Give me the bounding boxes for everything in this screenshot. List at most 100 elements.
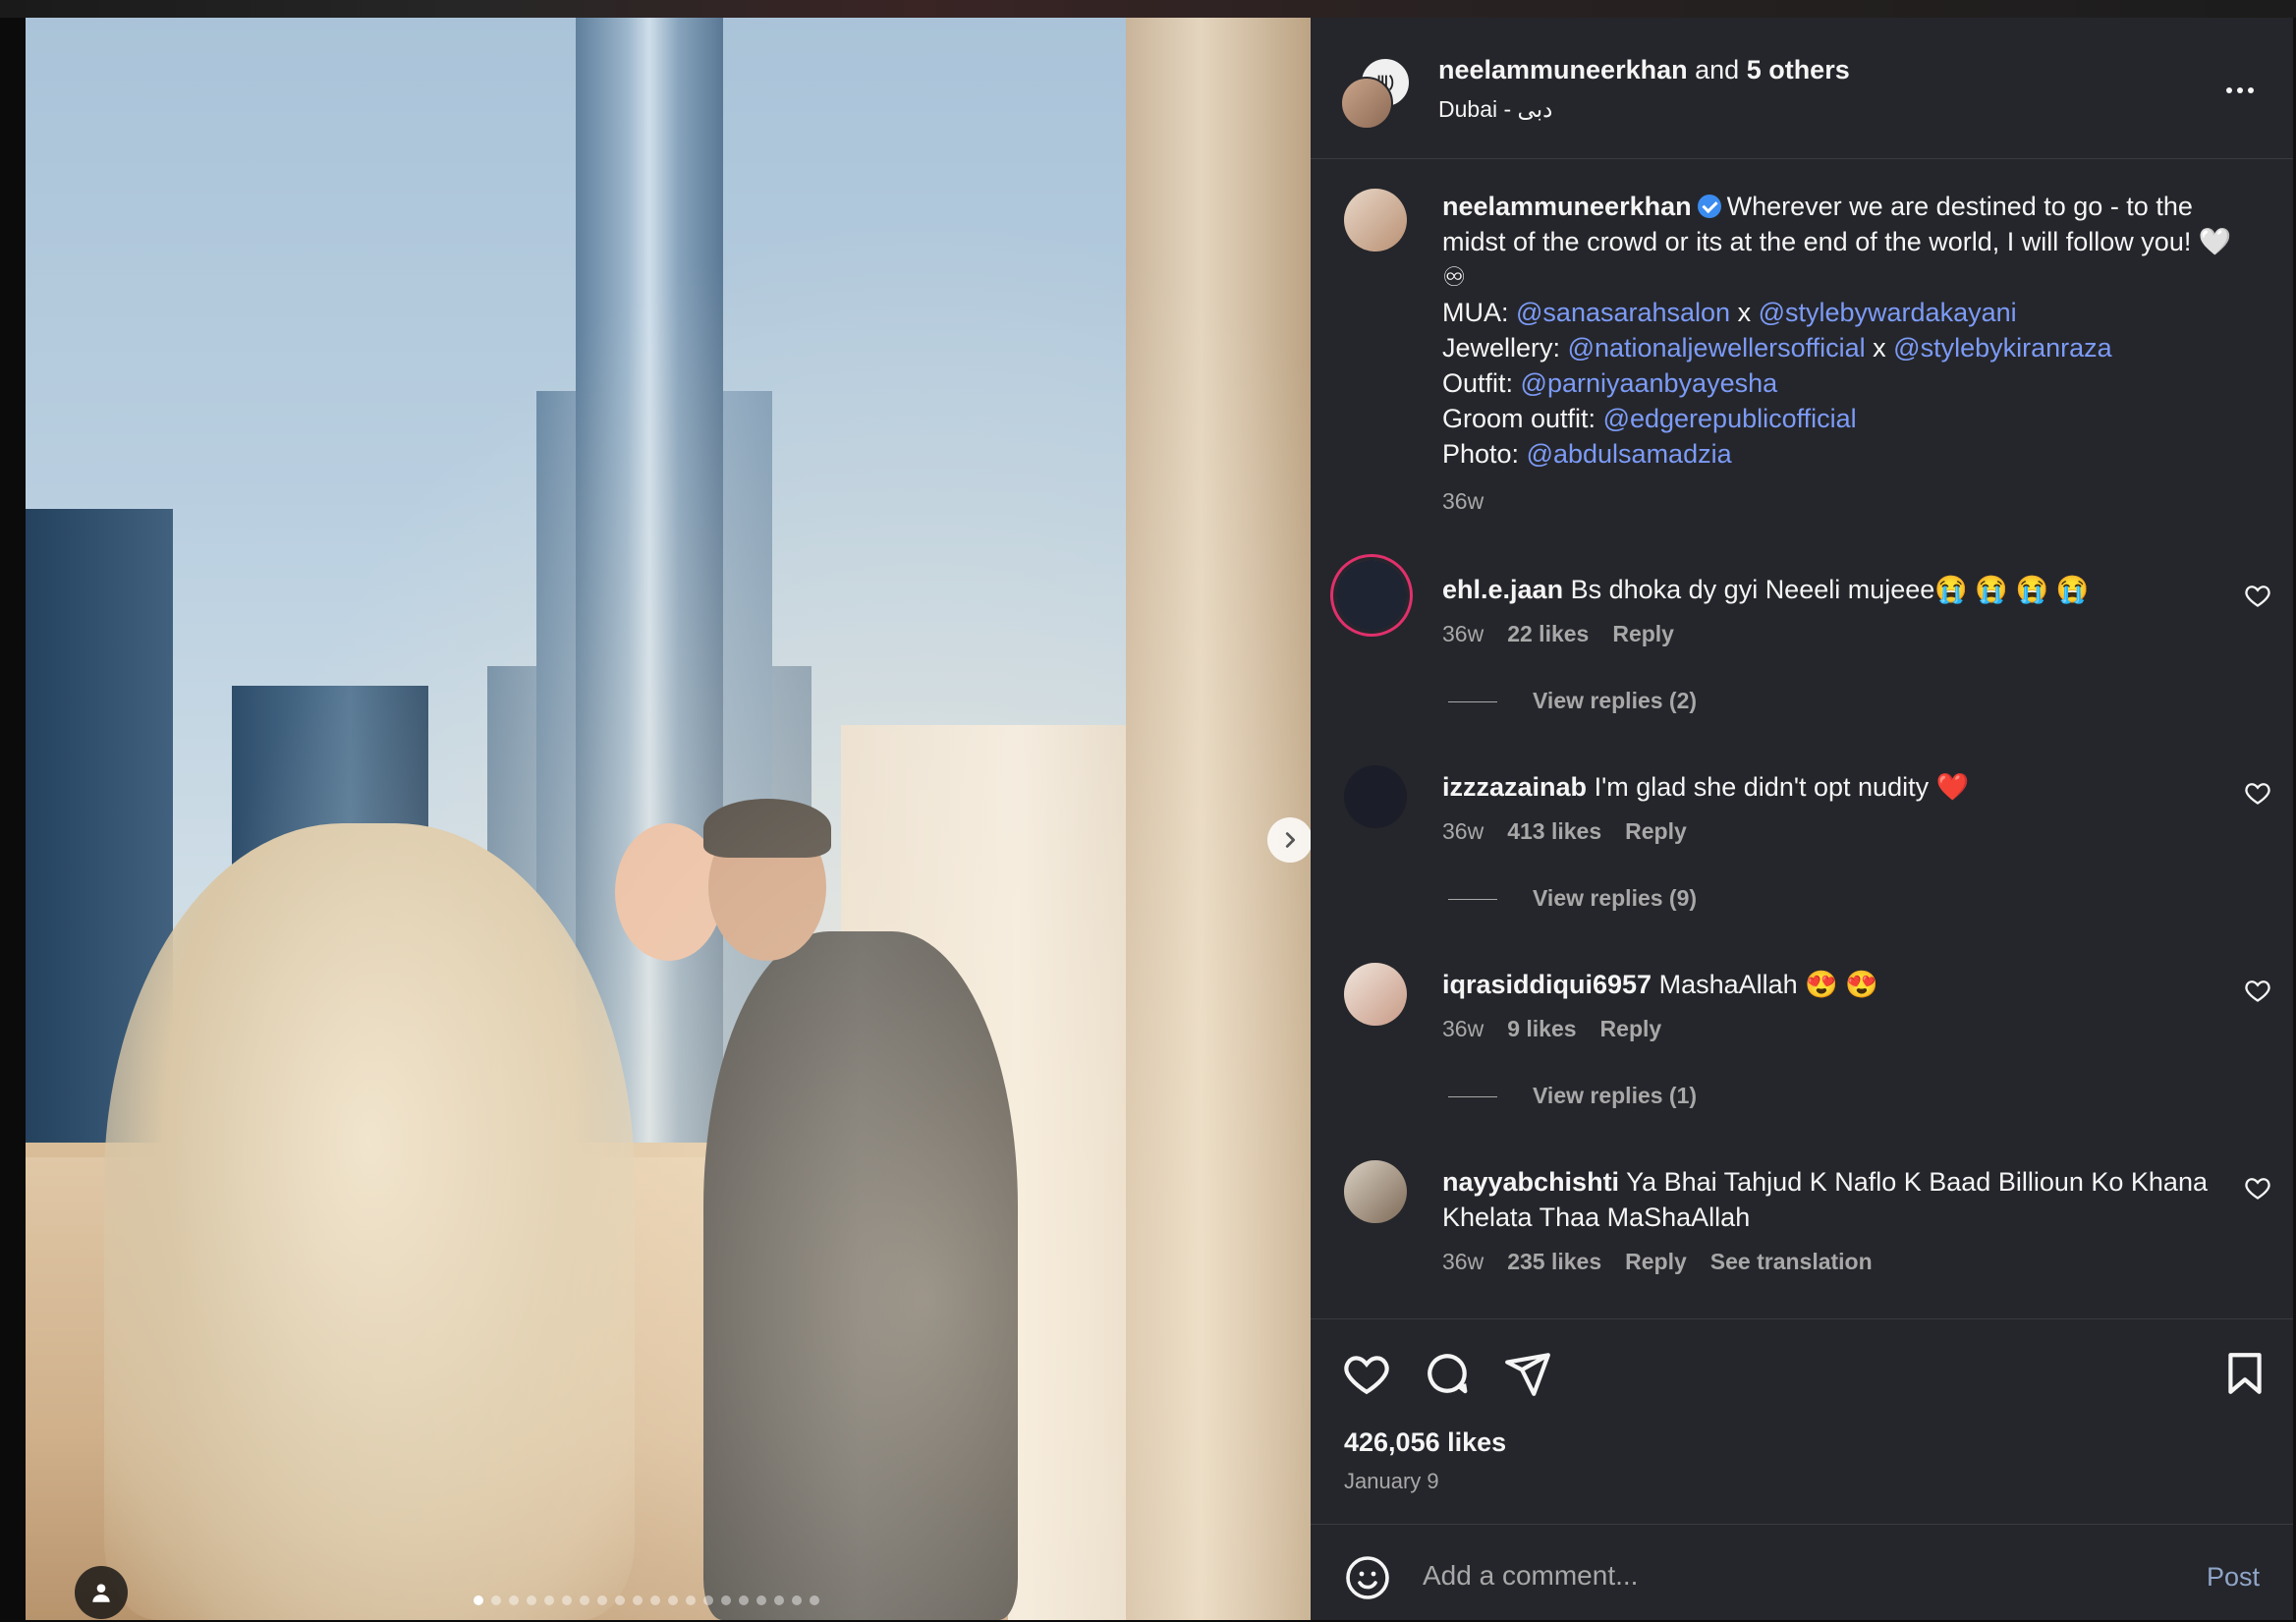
comment-likes[interactable]: 9 likes — [1507, 1016, 1576, 1041]
comment-time[interactable]: 36w — [1442, 1016, 1484, 1041]
carousel-dot — [739, 1595, 749, 1605]
caption-label: Jewellery: — [1442, 333, 1561, 363]
caption-label: Outfit: — [1442, 368, 1514, 398]
reply-button[interactable]: Reply — [1625, 818, 1687, 844]
comment-time[interactable]: 36w — [1442, 818, 1484, 844]
comment-text: nayyabchishti Ya Bhai Tahjud K Naflo K B… — [1442, 1164, 2218, 1235]
mention-link[interactable]: @edgerepublicofficial — [1603, 404, 1857, 433]
reply-button[interactable]: Reply — [1625, 1249, 1687, 1274]
view-replies-button[interactable]: View replies (9) — [1448, 885, 1697, 912]
see-translation-button[interactable]: See translation — [1710, 1249, 1873, 1274]
more-options-button[interactable] — [2216, 79, 2264, 102]
post-date[interactable]: January 9 — [1344, 1469, 1439, 1494]
comment-meta: 36w 235 likes Reply See translation — [1442, 1249, 1896, 1275]
heart-icon[interactable] — [1342, 1349, 1391, 1398]
mention-link[interactable]: @stylebykiranraza — [1893, 333, 2112, 363]
carousel-dot — [527, 1595, 536, 1605]
verified-badge-icon — [1697, 195, 1721, 218]
more-icon — [2237, 87, 2243, 93]
comment-body: Bs dhoka dy gyi Neeeli mujeee😭 😭 😭 😭 — [1570, 575, 2090, 604]
comment-text: iqrasiddiqui6957 MashaAllah 😍 😍 — [1442, 967, 2218, 1002]
carousel-dot — [509, 1595, 519, 1605]
carousel-dot — [562, 1595, 572, 1605]
comment-username[interactable]: ehl.e.jaan — [1442, 575, 1563, 604]
send-icon[interactable] — [1503, 1349, 1552, 1398]
comment-username[interactable]: nayyabchishti — [1442, 1167, 1619, 1197]
comment-likes[interactable]: 22 likes — [1507, 621, 1589, 646]
collab-avatars[interactable] — [1340, 57, 1419, 136]
more-icon — [2226, 87, 2232, 93]
avatar[interactable] — [1336, 560, 1407, 631]
comment-username[interactable]: iqrasiddiqui6957 — [1442, 970, 1652, 999]
heart-icon[interactable] — [2244, 779, 2271, 807]
carousel-dot — [774, 1595, 784, 1605]
carousel-dot — [668, 1595, 678, 1605]
comment-likes[interactable]: 413 likes — [1507, 818, 1601, 844]
post-media[interactable] — [26, 18, 1311, 1620]
comment-likes[interactable]: 235 likes — [1507, 1249, 1601, 1274]
carousel-dot — [474, 1595, 483, 1605]
author-username[interactable]: neelammuneerkhan — [1438, 55, 1688, 84]
comment-time[interactable]: 36w — [1442, 621, 1484, 646]
carousel-dot — [721, 1595, 731, 1605]
post-comment-button[interactable]: Post — [2207, 1562, 2260, 1593]
carousel-next-button[interactable] — [1267, 817, 1311, 863]
comment-composer: Post — [1311, 1524, 2293, 1622]
caption-separator: x — [1873, 333, 1886, 363]
mention-link[interactable]: @stylebywardakayani — [1759, 298, 2017, 327]
carousel-dot — [810, 1595, 819, 1605]
bookmark-icon[interactable] — [2220, 1349, 2269, 1398]
mention-link[interactable]: @parniyaanbyayesha — [1521, 368, 1778, 398]
caption-timestamp[interactable]: 36w — [1442, 488, 1484, 515]
comment-body: MashaAllah 😍 😍 — [1658, 970, 1878, 999]
carousel-dot — [615, 1595, 625, 1605]
emoji-icon[interactable] — [1344, 1554, 1391, 1601]
avatar[interactable] — [1344, 765, 1407, 828]
caption-separator: x — [1737, 298, 1752, 327]
avatar[interactable] — [1340, 77, 1393, 130]
comments-feed[interactable]: neelammuneerkhan Wherever we are destined… — [1311, 159, 2293, 1318]
tagged-users-button[interactable] — [75, 1566, 128, 1619]
comment-username[interactable]: izzzazainab — [1442, 772, 1587, 802]
caption-label: Photo: — [1442, 439, 1520, 469]
carousel-dot — [703, 1595, 713, 1605]
reply-button[interactable]: Reply — [1612, 621, 1674, 646]
caption-username[interactable]: neelammuneerkhan — [1442, 192, 1692, 221]
view-replies-button[interactable]: View replies (2) — [1448, 688, 1697, 714]
comment-text: izzzazainab I'm glad she didn't opt nudi… — [1442, 769, 2218, 805]
heart-icon[interactable] — [2244, 582, 2271, 609]
chevron-right-icon — [1285, 832, 1296, 848]
coauthors-prefix: and — [1695, 55, 1747, 84]
post-location[interactable]: Dubai - دبی — [1438, 96, 1552, 123]
comment-icon[interactable] — [1423, 1349, 1472, 1398]
coauthors-link[interactable]: 5 others — [1747, 55, 1850, 84]
carousel-dot — [686, 1595, 696, 1605]
avatar[interactable] — [1344, 1160, 1407, 1223]
carousel-dot — [756, 1595, 766, 1605]
user-tag-icon — [92, 1584, 110, 1602]
heart-icon[interactable] — [2244, 1174, 2271, 1202]
mention-link[interactable]: @nationaljewellersofficial — [1568, 333, 1866, 363]
avatar[interactable] — [1344, 189, 1407, 252]
carousel-dot — [544, 1595, 554, 1605]
post-authors: neelammuneerkhan and 5 others — [1438, 55, 1850, 85]
carousel-indicator — [474, 1595, 819, 1607]
comment-time[interactable]: 36w — [1442, 1249, 1484, 1274]
avatar[interactable] — [1344, 963, 1407, 1026]
caption-label: Groom outfit: — [1442, 404, 1596, 433]
mention-link[interactable]: @sanasarahsalon — [1516, 298, 1730, 327]
view-replies-button[interactable]: View replies (1) — [1448, 1083, 1697, 1109]
likes-count[interactable]: 426,056 likes — [1344, 1427, 1506, 1458]
backdrop — [0, 0, 2296, 18]
comment-meta: 36w 413 likes Reply — [1442, 818, 1710, 845]
mention-link[interactable]: @abdulsamadzia — [1527, 439, 1732, 469]
comment-input[interactable] — [1421, 1550, 2171, 1601]
carousel-dot — [633, 1595, 643, 1605]
post-details-panel: neelammuneerkhan and 5 others Dubai - دب… — [1311, 18, 2293, 1620]
heart-icon[interactable] — [2244, 977, 2271, 1004]
carousel-dot — [650, 1595, 660, 1605]
comment-body: I'm glad she didn't opt nudity ❤️ — [1594, 772, 1970, 802]
carousel-dot — [491, 1595, 501, 1605]
carousel-dot — [792, 1595, 802, 1605]
reply-button[interactable]: Reply — [1600, 1016, 1662, 1041]
